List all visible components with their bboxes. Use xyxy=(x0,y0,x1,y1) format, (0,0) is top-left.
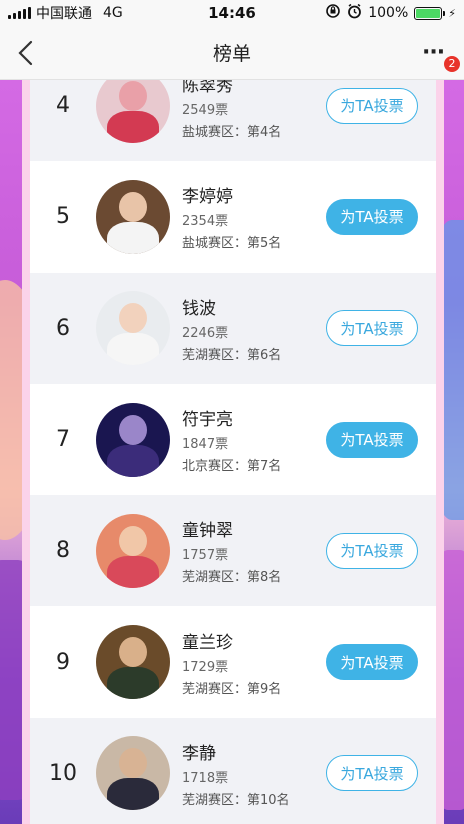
status-time: 14:46 xyxy=(208,4,256,22)
contestant-name: 童钟翠 xyxy=(182,521,233,542)
vote-count: 2354票 xyxy=(182,214,229,230)
avatar[interactable] xyxy=(96,736,170,811)
ranking-row: 6 钱波 2246票 芜湖赛区：第6名 为TA投票 xyxy=(30,272,436,384)
contestant-info: 符宇亮 1847票 北京赛区：第7名 xyxy=(182,405,326,474)
ranking-row: 9 童兰珍 1729票 芜湖赛区：第9名 为TA投票 xyxy=(30,606,436,718)
region-rank: 芜湖赛区：第6名 xyxy=(182,347,282,363)
ranking-row: 8 童钟翠 1757票 芜湖赛区：第8名 为TA投票 xyxy=(30,495,436,607)
carrier-name: 中国联通 xyxy=(36,6,92,22)
region-rank: 北京赛区：第7名 xyxy=(182,459,282,475)
rank-number: 6 xyxy=(56,315,70,341)
contestant-name: 李静 xyxy=(182,743,216,764)
contestant-name: 符宇亮 xyxy=(182,410,233,431)
navigation-bar: 榜单 ··· 2 xyxy=(0,26,464,80)
vote-button[interactable]: 为TA投票 xyxy=(326,755,418,792)
rank-number: 7 xyxy=(56,427,70,453)
contestant-info: 陈翠秀 2549票 盐城赛区：第4名 xyxy=(182,80,326,140)
charging-icon: ⚡ xyxy=(448,6,456,20)
avatar[interactable] xyxy=(96,80,170,143)
contestant-info: 李婷婷 2354票 盐城赛区：第5名 xyxy=(182,182,326,251)
ranking-list: 4 陈翠秀 2549票 盐城赛区：第4名 为TA投票 5 李婷婷 2354票 盐… xyxy=(30,80,436,824)
battery-percent: 100% xyxy=(368,5,409,21)
ranking-row: 10 李静 1718票 芜湖赛区：第10名 为TA投票 xyxy=(30,717,436,824)
battery-icon xyxy=(414,6,446,20)
ranking-row: 5 李婷婷 2354票 盐城赛区：第5名 为TA投票 xyxy=(30,161,436,273)
region-rank: 芜湖赛区：第8名 xyxy=(182,570,282,586)
vote-button[interactable]: 为TA投票 xyxy=(326,644,418,681)
vote-button[interactable]: 为TA投票 xyxy=(326,421,418,458)
vote-button[interactable]: 为TA投票 xyxy=(326,310,418,347)
signal-icon xyxy=(8,7,31,19)
ranking-panel: 4 陈翠秀 2549票 盐城赛区：第4名 为TA投票 5 李婷婷 2354票 盐… xyxy=(22,80,444,824)
chevron-left-icon xyxy=(18,40,33,66)
contestant-info: 钱波 2246票 芜湖赛区：第6名 xyxy=(182,294,326,363)
more-dots-icon: ··· xyxy=(422,40,445,65)
back-button[interactable] xyxy=(14,40,38,66)
vote-count: 1729票 xyxy=(182,659,229,675)
vote-count: 1847票 xyxy=(182,437,229,453)
page-title: 榜单 xyxy=(212,43,251,65)
vote-count: 1718票 xyxy=(182,770,229,786)
notification-badge: 2 xyxy=(444,56,460,72)
status-bar: 中国联通 4G 14:46 100% ⚡ xyxy=(0,0,464,26)
vote-button[interactable]: 为TA投票 xyxy=(326,532,418,569)
vote-button[interactable]: 为TA投票 xyxy=(326,198,418,235)
vote-count: 2246票 xyxy=(182,325,229,341)
rank-number: 5 xyxy=(56,204,70,230)
region-rank: 芜湖赛区：第9名 xyxy=(182,681,282,697)
ranking-row: 4 陈翠秀 2549票 盐城赛区：第4名 为TA投票 xyxy=(30,80,436,162)
vote-count: 1757票 xyxy=(182,548,229,564)
avatar[interactable] xyxy=(96,513,170,588)
contestant-name: 李婷婷 xyxy=(182,187,233,208)
rank-number: 9 xyxy=(56,649,70,675)
region-rank: 盐城赛区：第4名 xyxy=(182,125,282,141)
rank-number: 4 xyxy=(56,93,70,119)
vote-count: 2549票 xyxy=(182,103,229,119)
avatar[interactable] xyxy=(96,402,170,477)
contestant-info: 童钟翠 1757票 芜湖赛区：第8名 xyxy=(182,516,326,585)
region-rank: 芜湖赛区：第10名 xyxy=(182,792,290,808)
network-type: 4G xyxy=(103,5,123,21)
region-rank: 盐城赛区：第5名 xyxy=(182,236,282,252)
alarm-icon xyxy=(347,3,362,23)
contestant-info: 童兰珍 1729票 芜湖赛区：第9名 xyxy=(182,628,326,697)
avatar[interactable] xyxy=(96,625,170,700)
vote-button[interactable]: 为TA投票 xyxy=(326,87,418,124)
contestant-name: 童兰珍 xyxy=(182,632,233,653)
rank-number: 10 xyxy=(49,760,77,786)
avatar[interactable] xyxy=(96,291,170,366)
avatar[interactable] xyxy=(96,179,170,254)
ranking-row: 7 符宇亮 1847票 北京赛区：第7名 为TA投票 xyxy=(30,383,436,496)
orientation-lock-icon xyxy=(325,3,341,23)
contestant-info: 李静 1718票 芜湖赛区：第10名 xyxy=(182,739,326,808)
contestant-name: 陈翠秀 xyxy=(182,80,233,97)
rank-number: 8 xyxy=(56,538,70,564)
contestant-name: 钱波 xyxy=(182,298,216,319)
